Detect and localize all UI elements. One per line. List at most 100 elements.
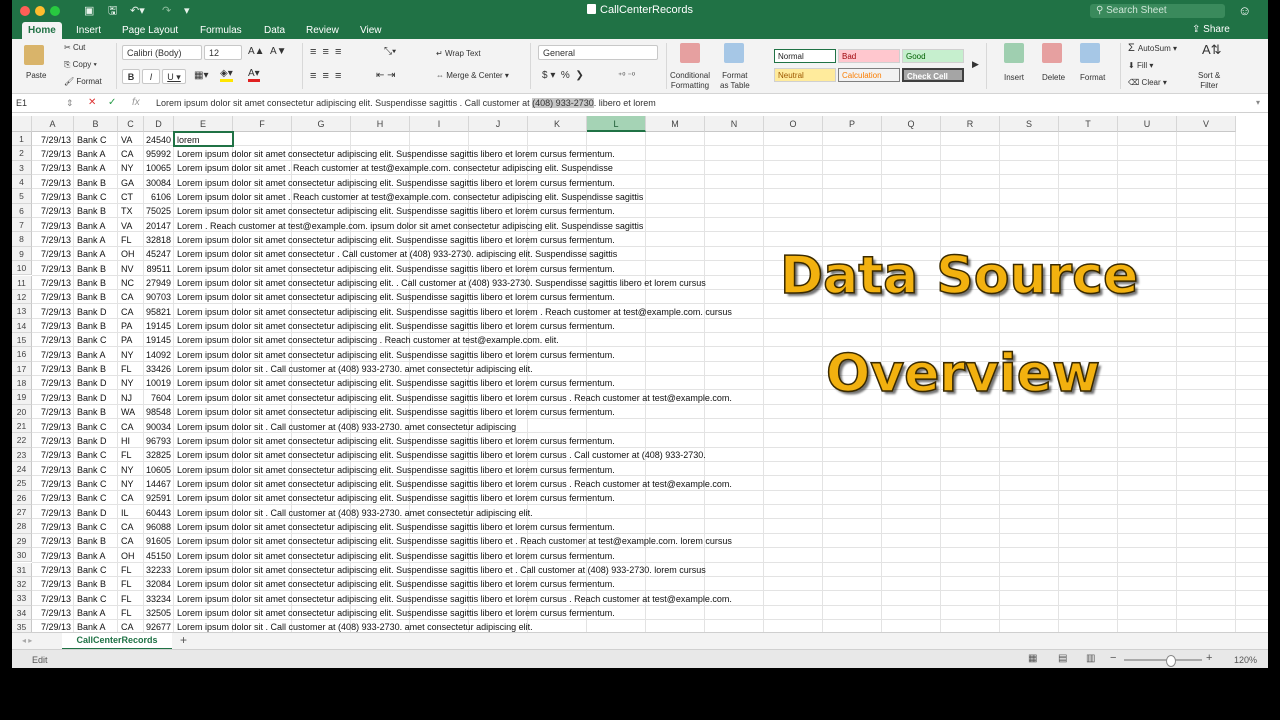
decimal-icons[interactable]: ⁺⁰ ⁻⁰ <box>618 71 635 81</box>
style-bad[interactable]: Bad <box>838 49 900 63</box>
cell-zip[interactable]: 60443 <box>144 506 171 520</box>
decrease-font-icon[interactable]: A▼ <box>270 47 287 57</box>
row-header[interactable]: 7 <box>12 218 32 233</box>
tab-page-layout[interactable]: Page Layout <box>116 22 184 39</box>
cell-bank[interactable]: Bank C <box>77 477 107 491</box>
cell-notes[interactable]: Lorem ipsum dolor sit amet consectetur a… <box>177 606 615 620</box>
cell-state[interactable]: IL <box>121 506 129 520</box>
cell-bank[interactable]: Bank B <box>77 534 106 548</box>
style-neutral[interactable]: Neutral <box>774 68 836 82</box>
cell-date[interactable]: 7/29/13 <box>32 190 71 204</box>
row-header[interactable]: 27 <box>12 505 32 520</box>
cell-zip[interactable]: 32084 <box>144 577 171 591</box>
cell-date[interactable]: 7/29/13 <box>32 233 71 247</box>
cell-state[interactable]: NY <box>121 376 134 390</box>
row-header[interactable]: 20 <box>12 404 32 419</box>
cell-state[interactable]: CA <box>121 520 134 534</box>
row-header[interactable]: 22 <box>12 433 32 448</box>
bold-button[interactable]: B <box>122 69 140 84</box>
cell-date[interactable]: 7/29/13 <box>32 305 71 319</box>
cell-zip[interactable]: 27949 <box>144 276 171 290</box>
cell-bank[interactable]: Bank B <box>77 290 106 304</box>
row-header[interactable]: 31 <box>12 562 32 577</box>
cell-zip[interactable]: 10605 <box>144 463 171 477</box>
cell-zip[interactable]: 75025 <box>144 204 171 218</box>
fill-color-icon[interactable]: ◈▾ <box>220 69 233 82</box>
cell-notes[interactable]: Lorem ipsum dolor sit amet consectetur a… <box>177 477 732 491</box>
search-sheet-input[interactable]: ⚲ Search Sheet <box>1090 4 1225 18</box>
cell-notes[interactable]: Lorem ipsum dolor sit amet consectetur a… <box>177 319 615 333</box>
cell-date[interactable]: 7/29/13 <box>32 276 71 290</box>
autosum-button[interactable]: Σ AutoSum ▾ <box>1128 43 1177 54</box>
delete-cells-icon[interactable] <box>1042 43 1062 63</box>
cell-zip[interactable]: 90034 <box>144 420 171 434</box>
cell-state[interactable]: NC <box>121 276 134 290</box>
cell-date[interactable]: 7/29/13 <box>32 520 71 534</box>
share-button[interactable]: ⇪ Share <box>1192 24 1230 35</box>
cell-zip[interactable]: 32818 <box>144 233 171 247</box>
cell-state[interactable]: OH <box>121 549 135 563</box>
cell-date[interactable]: 7/29/13 <box>32 577 71 591</box>
cell-date[interactable]: 7/29/13 <box>32 448 71 462</box>
cell-notes[interactable]: Lorem ipsum dolor sit amet . Reach custo… <box>177 161 613 175</box>
styles-expand-icon[interactable]: ▶ <box>972 59 979 69</box>
cell-state[interactable]: CA <box>121 491 134 505</box>
add-sheet-icon[interactable]: + <box>180 634 187 646</box>
cell-date[interactable]: 7/29/13 <box>32 405 71 419</box>
cell-state[interactable]: FL <box>121 233 132 247</box>
column-header-p[interactable]: P <box>823 116 882 132</box>
column-header-s[interactable]: S <box>1000 116 1059 132</box>
cell-notes[interactable]: Lorem ipsum dolor sit amet consectetur a… <box>177 448 706 462</box>
paste-icon[interactable] <box>24 45 44 65</box>
cell-date[interactable]: 7/29/13 <box>32 147 71 161</box>
cell-notes[interactable]: Lorem ipsum dolor sit amet consectetur a… <box>177 549 615 563</box>
cell-zip[interactable]: 89511 <box>144 262 171 276</box>
cell-bank[interactable]: Bank D <box>77 305 107 319</box>
tab-formulas[interactable]: Formulas <box>194 22 248 39</box>
formula-content[interactable]: Lorem ipsum dolor sit amet consectetur a… <box>156 96 656 110</box>
row-header[interactable]: 17 <box>12 361 32 376</box>
row-header[interactable]: 26 <box>12 490 32 506</box>
italic-button[interactable]: I <box>142 69 160 84</box>
cell-date[interactable]: 7/29/13 <box>32 176 71 190</box>
cell-notes[interactable]: Lorem ipsum dolor sit amet consectetur a… <box>177 491 615 505</box>
column-header-g[interactable]: G <box>292 116 351 132</box>
wrap-text-button[interactable]: ↵ Wrap Text <box>436 49 481 59</box>
cell-state[interactable]: FL <box>121 592 132 606</box>
cell-bank[interactable]: Bank D <box>77 391 107 405</box>
cell-bank[interactable]: Bank A <box>77 219 106 233</box>
column-header-k[interactable]: K <box>528 116 587 132</box>
format-cells-label[interactable]: Format <box>1080 73 1105 83</box>
cell-state[interactable]: FL <box>121 448 132 462</box>
cell-date[interactable]: 7/29/13 <box>32 506 71 520</box>
row-header[interactable]: 34 <box>12 605 32 620</box>
cell-bank[interactable]: Bank A <box>77 161 106 175</box>
cell-state[interactable]: FL <box>121 362 132 376</box>
cell-state[interactable]: NV <box>121 262 134 276</box>
cell-zip[interactable]: 32505 <box>144 606 171 620</box>
insert-cells-label[interactable]: Insert <box>1004 73 1024 83</box>
paste-label[interactable]: Paste <box>26 71 46 81</box>
cell-date[interactable]: 7/29/13 <box>32 620 71 632</box>
cell-notes[interactable]: Lorem ipsum dolor sit amet consectetur a… <box>177 290 615 304</box>
cell-date[interactable]: 7/29/13 <box>32 376 71 390</box>
format-painter-button[interactable]: 🖌 Format <box>64 77 102 87</box>
cell-state[interactable]: NY <box>121 463 134 477</box>
cell-notes[interactable]: Lorem ipsum dolor sit amet consectetur a… <box>177 405 615 419</box>
cell-notes[interactable]: Lorem ipsum dolor sit amet consectetur a… <box>177 376 615 390</box>
cell-date[interactable]: 7/29/13 <box>32 290 71 304</box>
column-header-a[interactable]: A <box>32 116 74 132</box>
fill-button[interactable]: ⬇ Fill ▾ <box>1128 61 1153 71</box>
cell-bank[interactable]: Bank B <box>77 405 106 419</box>
cell-notes[interactable]: Lorem ipsum dolor sit amet consectetur a… <box>177 348 615 362</box>
cell-bank[interactable]: Bank B <box>77 262 106 276</box>
cell-notes[interactable]: Lorem ipsum dolor sit amet consectetur a… <box>177 520 615 534</box>
cell-date[interactable]: 7/29/13 <box>32 133 71 147</box>
cell-date[interactable]: 7/29/13 <box>32 477 71 491</box>
indent-icon[interactable]: ⇤ ⇥ <box>376 71 396 81</box>
cell-date[interactable]: 7/29/13 <box>32 534 71 548</box>
cell-notes[interactable]: Lorem ipsum dolor sit amet consectetur a… <box>177 305 732 319</box>
cell-state[interactable]: CA <box>121 147 134 161</box>
sort-filter-icon[interactable]: A⇅ <box>1202 43 1222 56</box>
cell-bank[interactable]: Bank B <box>77 204 106 218</box>
